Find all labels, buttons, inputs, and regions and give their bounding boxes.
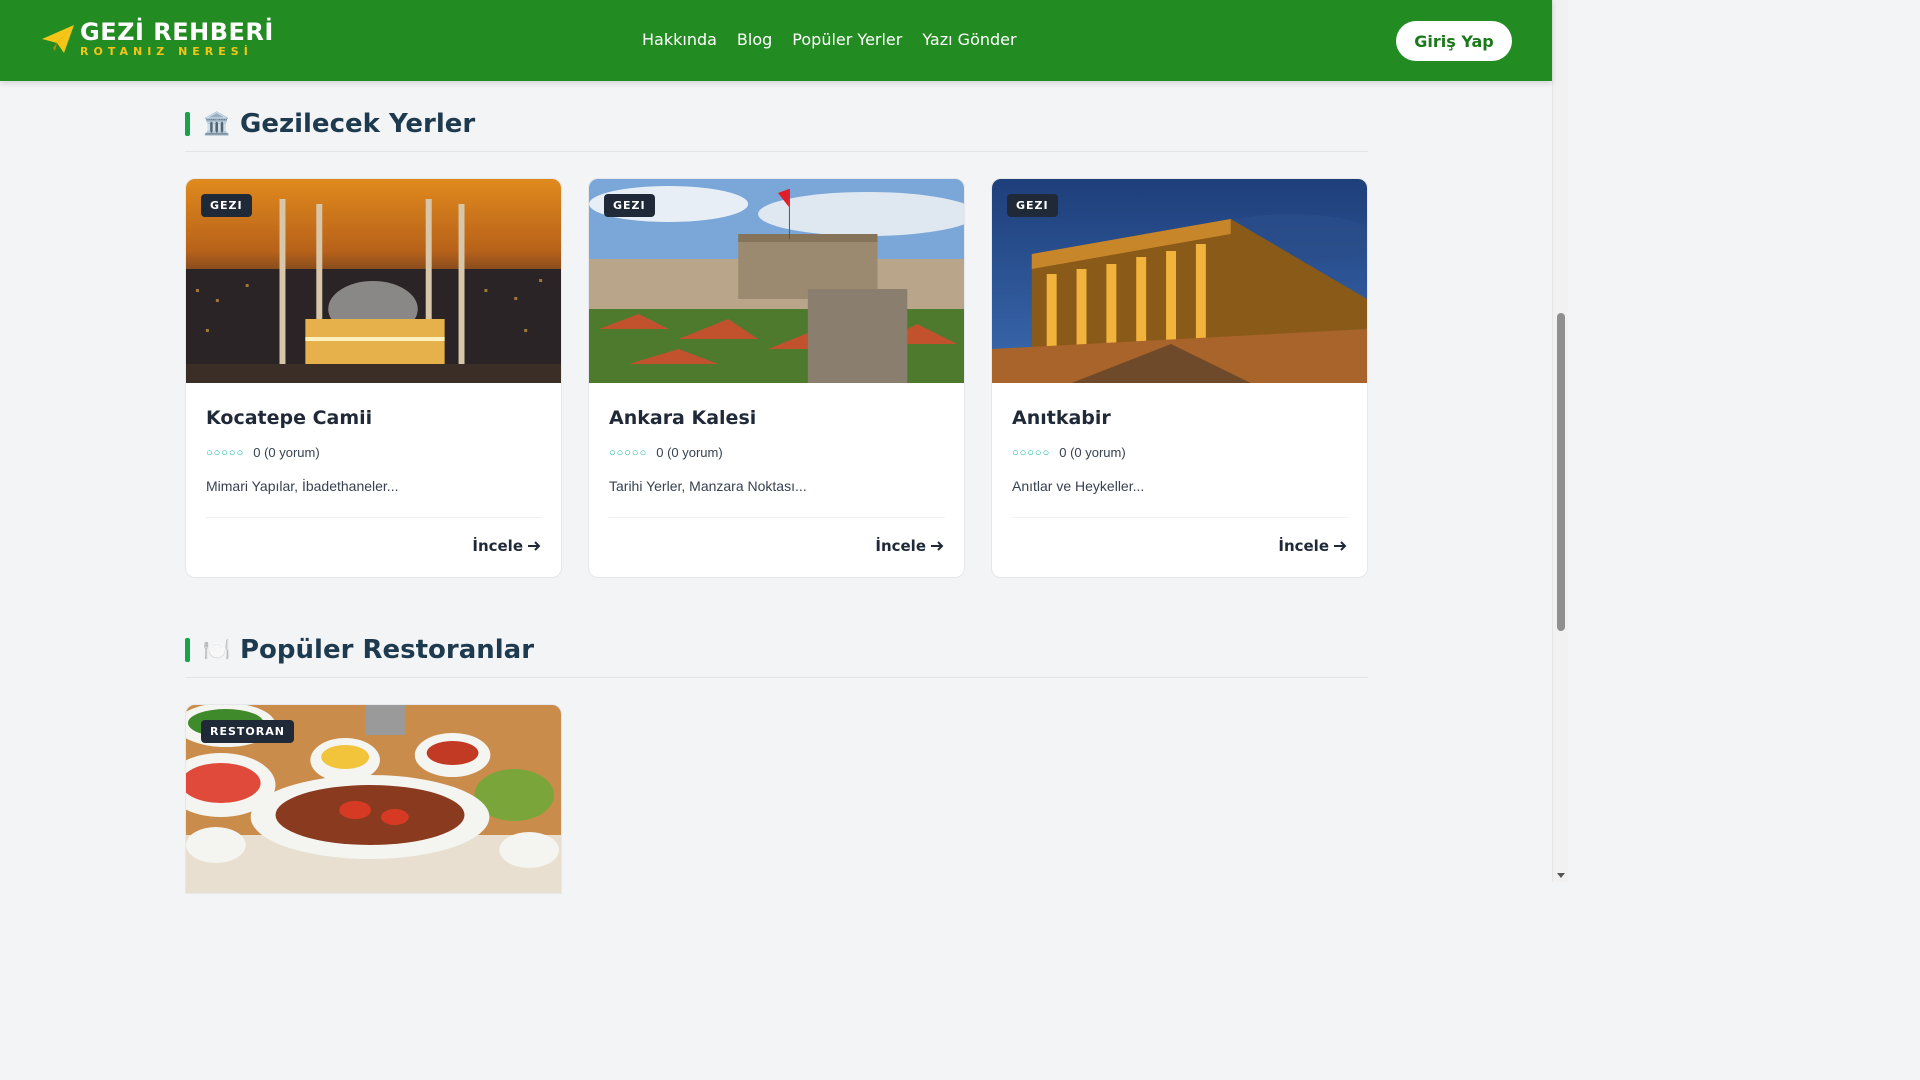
inspect-link[interactable]: İncele (875, 537, 944, 555)
rating-text: 0 (0 yorum) (656, 445, 723, 460)
arrow-right-icon (528, 541, 541, 551)
nav-item-about[interactable]: Hakkında (642, 30, 717, 49)
inspect-link-label: İncele (472, 537, 523, 555)
category-badge: GEZI (201, 194, 252, 217)
scrollbar-thumb[interactable] (1557, 313, 1565, 631)
card-divider (206, 517, 542, 518)
vertical-scrollbar[interactable] (1552, 0, 1568, 882)
card-description: Mimari Yapılar, İbadethaneler... (206, 478, 399, 494)
rating: ○○○○○ 0 (0 yorum) (206, 445, 320, 460)
nav-item-blog[interactable]: Blog (737, 30, 772, 49)
star-rating-icon: ○○○○○ (1012, 446, 1051, 459)
restaurant-card[interactable]: RESTORAN (185, 704, 562, 894)
main-nav: Hakkında Blog Popüler Yerler Yazı Gönder (642, 30, 1017, 49)
section-heading-restaurants: 🍽️ Popüler Restoranlar (185, 635, 534, 665)
card-description: Tarihi Yerler, Manzara Noktası... (609, 478, 807, 494)
section-title: Gezilecek Yerler (240, 109, 476, 139)
card-description: Anıtlar ve Heykeller... (1012, 478, 1145, 494)
section-divider (185, 151, 1368, 152)
place-card[interactable]: GEZI Kocatepe Camii ○○○○○ 0 (0 yorum) Mi… (185, 178, 562, 578)
star-rating-icon: ○○○○○ (206, 446, 245, 459)
rating-text: 0 (0 yorum) (1059, 445, 1126, 460)
inspect-link[interactable]: İncele (1278, 537, 1347, 555)
rating: ○○○○○ 0 (0 yorum) (609, 445, 723, 460)
scroll-down-arrow-icon[interactable] (1557, 873, 1565, 878)
inspect-link-label: İncele (1278, 537, 1329, 555)
rating: ○○○○○ 0 (0 yorum) (1012, 445, 1126, 460)
logo-title: GEZİ REHBERİ (80, 18, 274, 46)
section-accent-bar (185, 112, 190, 136)
category-badge: RESTORAN (201, 720, 294, 743)
paper-plane-icon (42, 24, 74, 53)
category-badge: GEZI (604, 194, 655, 217)
card-title[interactable]: Anıtkabir (1012, 407, 1111, 429)
inspect-link[interactable]: İncele (472, 537, 541, 555)
card-divider (609, 517, 945, 518)
plate-cutlery-icon: 🍽️ (203, 637, 231, 662)
section-title: Popüler Restoranlar (240, 635, 535, 665)
place-card[interactable]: GEZI Ankara Kalesi ○○○○○ 0 (0 yorum) Tar… (588, 178, 965, 578)
section-divider (185, 677, 1368, 678)
landmark-icon: 🏛️ (203, 111, 231, 136)
category-badge: GEZI (1007, 194, 1058, 217)
place-card[interactable]: GEZI Anıtkabir ○○○○○ 0 (0 yorum) Anıtlar… (991, 178, 1368, 578)
arrow-right-icon (1334, 541, 1347, 551)
card-divider (1012, 517, 1348, 518)
nav-item-submit-post[interactable]: Yazı Gönder (922, 30, 1016, 49)
rating-text: 0 (0 yorum) (253, 445, 320, 460)
section-accent-bar (185, 638, 190, 662)
logo-subtitle: ROTANIZ NERESİ (80, 45, 253, 58)
nav-item-popular-places[interactable]: Popüler Yerler (792, 30, 902, 49)
arrow-right-icon (931, 541, 944, 551)
section-heading-places: 🏛️ Gezilecek Yerler (185, 109, 475, 139)
card-title[interactable]: Ankara Kalesi (609, 407, 756, 429)
login-button[interactable]: Giriş Yap (1396, 21, 1512, 61)
inspect-link-label: İncele (875, 537, 926, 555)
card-title[interactable]: Kocatepe Camii (206, 407, 372, 429)
logo[interactable]: GEZİ REHBERİ ROTANIZ NERESİ (40, 20, 274, 57)
site-header: GEZİ REHBERİ ROTANIZ NERESİ Hakkında Blo… (0, 0, 1552, 81)
star-rating-icon: ○○○○○ (609, 446, 648, 459)
